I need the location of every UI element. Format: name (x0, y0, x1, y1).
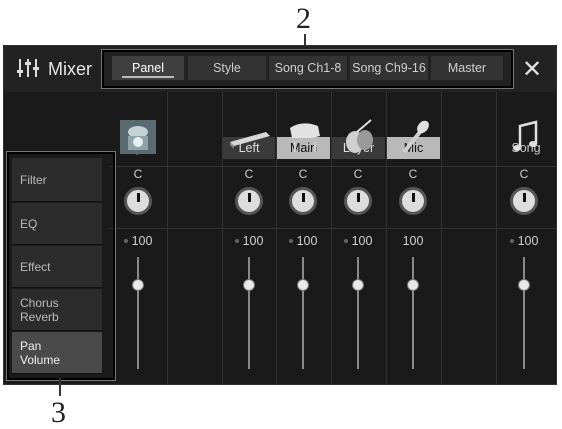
column-divider (222, 92, 223, 384)
sidebar-item-pan-volume[interactable]: Pan Volume (12, 332, 102, 374)
volume-fader-handle[interactable] (352, 279, 364, 291)
column-divider (167, 92, 168, 384)
volume-value: 100 (334, 234, 382, 248)
row-divider (110, 166, 556, 167)
sidebar-item-filter[interactable]: Filter (12, 158, 102, 202)
close-button[interactable]: ✕ (516, 56, 548, 84)
row-divider (110, 228, 556, 229)
volume-fader-handle[interactable] (132, 279, 144, 291)
strings-icon[interactable] (337, 118, 381, 156)
volume-dot (343, 239, 348, 243)
volume-fader-track[interactable] (357, 257, 359, 369)
column-divider (496, 92, 497, 384)
volume-dot (234, 239, 239, 243)
column-divider (331, 92, 332, 384)
pan-knob[interactable] (124, 187, 152, 215)
volume-value: 100 (225, 234, 273, 248)
volume-fader-track[interactable] (137, 257, 139, 369)
pan-value: C (244, 167, 254, 181)
tab-song-ch1-8[interactable]: Song Ch1-8 (269, 56, 347, 80)
volume-dot (288, 239, 293, 243)
pan-knob[interactable] (235, 187, 263, 215)
app-title: Mixer (16, 58, 92, 80)
pan-knob[interactable] (344, 187, 372, 215)
pan-knob[interactable] (399, 187, 427, 215)
app-title-text: Mixer (48, 59, 92, 79)
column-divider (386, 92, 387, 384)
volume-value: 100 (500, 234, 548, 248)
volume-fader-handle[interactable] (518, 279, 530, 291)
volume-value: 100 (402, 234, 424, 248)
callout-number-2: 2 (296, 2, 311, 35)
microphone-icon[interactable] (392, 118, 436, 156)
column-divider (441, 92, 442, 384)
keyboard-icon[interactable] (228, 118, 272, 156)
callout-number-3: 3 (51, 396, 66, 429)
pan-value: C (133, 167, 143, 181)
tab-song-ch9-16[interactable]: Song Ch9-16 (350, 56, 428, 80)
column-divider (276, 92, 277, 384)
pan-value: C (519, 167, 529, 181)
callout-line-3 (59, 378, 61, 396)
pan-knob[interactable] (510, 187, 538, 215)
tab-style[interactable]: Style (188, 56, 266, 80)
volume-fader-handle[interactable] (407, 279, 419, 291)
music-note-icon[interactable] (504, 118, 548, 156)
volume-fader-handle[interactable] (297, 279, 309, 291)
tab-panel[interactable]: Panel (112, 56, 184, 80)
volume-fader-track[interactable] (248, 257, 250, 369)
sidebar-item-chorus-reverb[interactable]: Chorus Reverb (12, 289, 102, 331)
sidebar-item-effect[interactable]: Effect (12, 246, 102, 288)
volume-dot (509, 239, 514, 243)
mixer-icon (17, 59, 39, 77)
grand-piano-icon[interactable] (282, 118, 326, 156)
volume-fader-track[interactable] (302, 257, 304, 369)
volume-fader-track[interactable] (523, 257, 525, 369)
pan-knob[interactable] (289, 187, 317, 215)
pan-value: C (298, 167, 308, 181)
volume-value: 100 (114, 234, 162, 248)
volume-dot (123, 239, 128, 243)
tab-master[interactable]: Master (431, 56, 503, 80)
volume-fader-track[interactable] (412, 257, 414, 369)
volume-value: 100 (279, 234, 327, 248)
sidebar-item-eq[interactable]: EQ (12, 203, 102, 245)
pan-value: C (353, 167, 363, 181)
style-icon[interactable] (116, 118, 160, 156)
volume-fader-handle[interactable] (243, 279, 255, 291)
pan-value: C (408, 167, 418, 181)
